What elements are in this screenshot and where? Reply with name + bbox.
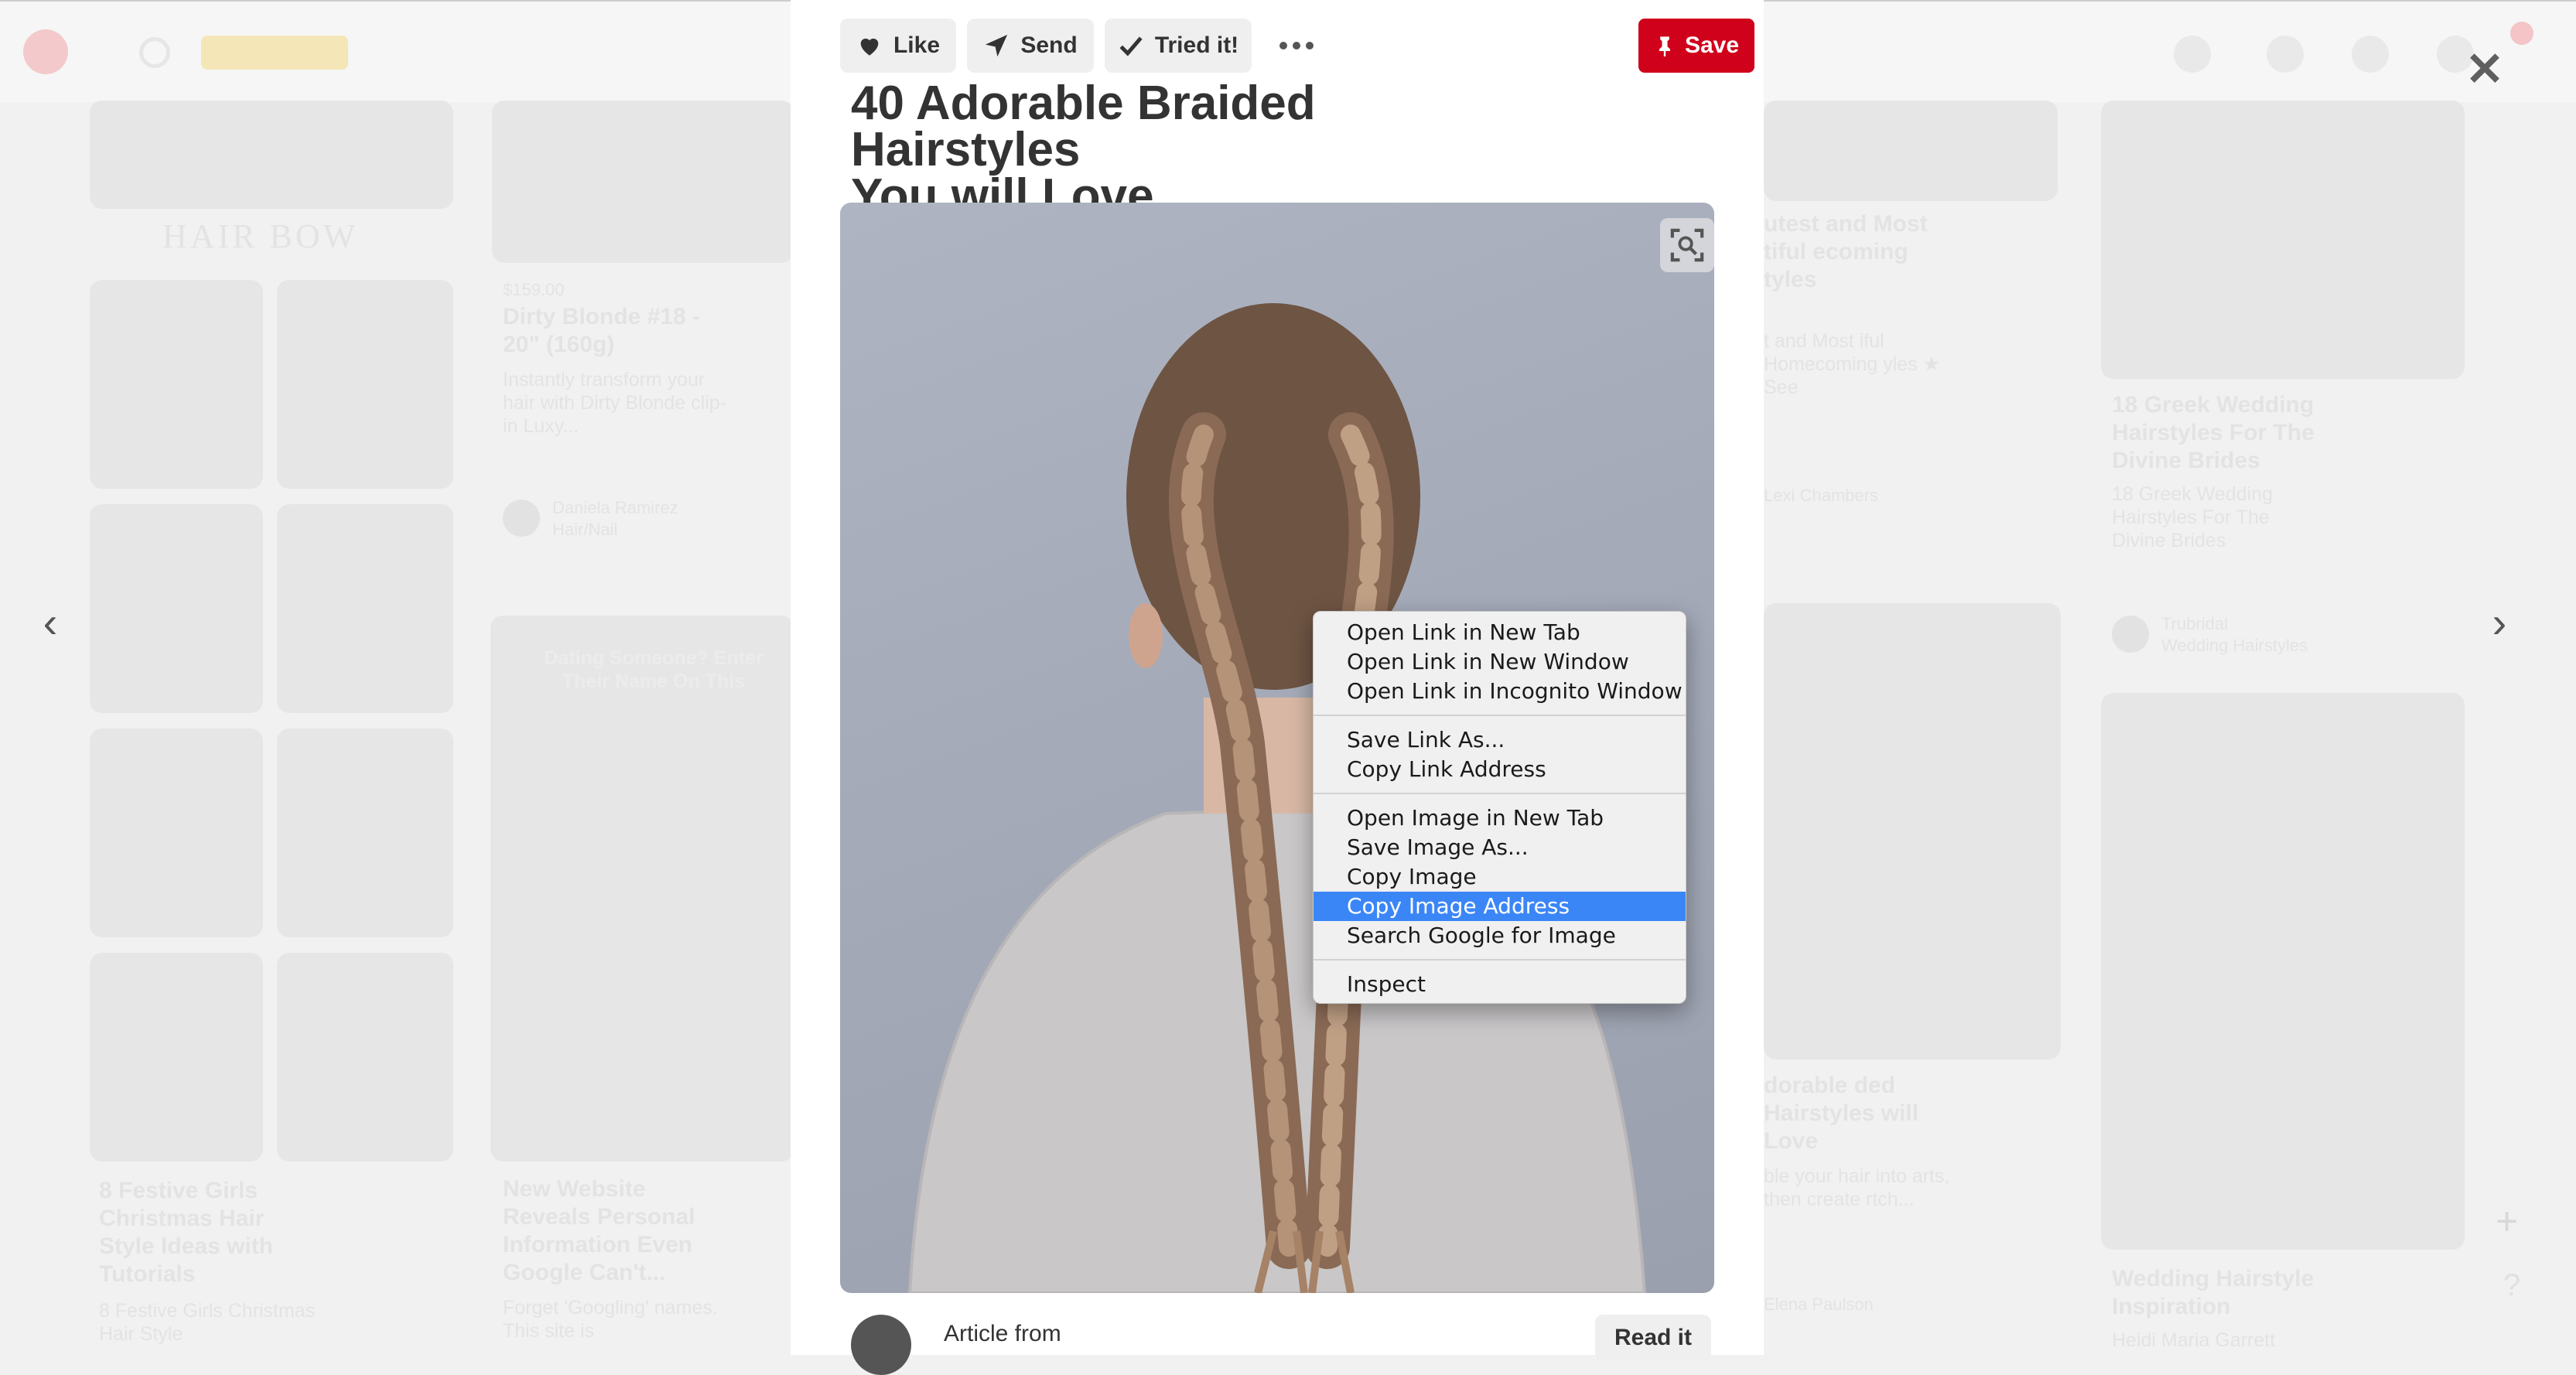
menu-item-save-image-as[interactable]: Save Image As... bbox=[1314, 833, 1686, 862]
send-icon bbox=[986, 34, 1008, 57]
background-card-title: utest and Most tiful ecoming tyles bbox=[1764, 211, 1928, 292]
background-card-desc: 18 Greek Wedding Hairstyles For The Divi… bbox=[2112, 483, 2273, 551]
background-card-user: Daniela Ramirez bbox=[552, 498, 678, 517]
menu-separator bbox=[1314, 715, 1686, 716]
notification-badge bbox=[2510, 22, 2533, 45]
menu-item-open-link-new-window[interactable]: Open Link in New Window bbox=[1314, 647, 1686, 677]
article-source-row: Article from Read it bbox=[851, 1315, 1717, 1375]
send-button[interactable]: Send bbox=[967, 19, 1094, 73]
heart-icon bbox=[860, 38, 879, 56]
menu-item-copy-image-address[interactable]: Copy Image Address bbox=[1314, 892, 1686, 921]
like-button[interactable]: Like bbox=[840, 19, 956, 73]
checkmark-icon bbox=[1119, 36, 1143, 56]
save-button[interactable]: Save bbox=[1638, 19, 1754, 73]
background-thumb bbox=[90, 504, 263, 713]
menu-item-copy-link-address[interactable]: Copy Link Address bbox=[1314, 755, 1686, 784]
menu-item-open-link-incognito[interactable]: Open Link in Incognito Window bbox=[1314, 677, 1686, 706]
background-thumb bbox=[90, 728, 263, 937]
next-pin-arrow-icon[interactable]: › bbox=[2480, 595, 2519, 650]
background-card bbox=[90, 101, 453, 209]
save-label: Save bbox=[1684, 32, 1740, 58]
background-card-title: dorable ded Hairstyles will Love bbox=[1764, 1073, 1919, 1154]
background-card-title: 18 Greek Wedding Hairstyles For The Divi… bbox=[2112, 392, 2315, 473]
background-ad-overlay: Dating Someone? Enter Their Name On This bbox=[544, 647, 764, 692]
background-card bbox=[1764, 603, 2061, 1059]
background-card-title: New Website Reveals Personal Information… bbox=[503, 1176, 695, 1285]
previous-pin-arrow-icon[interactable]: ‹ bbox=[31, 595, 70, 650]
help-icon: ? bbox=[2503, 1268, 2521, 1302]
hair-bow-heading: HAIR BOW bbox=[162, 217, 359, 255]
background-card-user: Elena Paulson bbox=[1764, 1295, 1874, 1314]
pin-toolbar: Like Send Tried it! Save bbox=[840, 19, 1754, 73]
menu-item-save-link-as[interactable]: Save Link As... bbox=[1314, 725, 1686, 755]
plus-icon: + bbox=[2496, 1199, 2519, 1243]
visual-search-icon[interactable] bbox=[1660, 218, 1714, 272]
background-card-board: Hair/Nail bbox=[552, 520, 618, 539]
background-card-user: Trubridal bbox=[2161, 614, 2228, 633]
zoom-scan-icon bbox=[1670, 228, 1704, 262]
background-card-desc: Forget 'Googling' names. This site is bbox=[503, 1297, 718, 1342]
search-icon bbox=[139, 37, 170, 68]
background-thumb bbox=[90, 280, 263, 489]
background-card-desc: t and Most iful Homecoming yles ★ See bbox=[1764, 330, 1941, 398]
close-icon[interactable]: ✕ bbox=[2465, 46, 2505, 93]
background-thumb bbox=[277, 504, 453, 713]
background-thumb bbox=[277, 728, 453, 937]
menu-item-open-image-new-tab[interactable]: Open Image in New Tab bbox=[1314, 804, 1686, 833]
background-card-desc: Heidi Maria Garrett bbox=[2112, 1329, 2276, 1351]
menu-item-search-google-for-image[interactable]: Search Google for Image bbox=[1314, 921, 1686, 950]
background-card-user: Lexi Chambers bbox=[1764, 486, 1878, 505]
context-menu: Open Link in New Tab Open Link in New Wi… bbox=[1313, 611, 1686, 1004]
background-thumb bbox=[277, 953, 453, 1162]
background-card-title: Dirty Blonde #18 - 20" (160g) bbox=[503, 304, 701, 357]
pin-title: 40 Adorable Braided Hairstyles You will … bbox=[851, 80, 1547, 220]
article-from-label: Article from bbox=[944, 1321, 1061, 1346]
background-card bbox=[2101, 101, 2465, 379]
more-options-icon[interactable] bbox=[1273, 19, 1320, 73]
background-card bbox=[2101, 693, 2465, 1250]
read-it-button[interactable]: Read it bbox=[1595, 1315, 1711, 1361]
pinterest-logo-icon bbox=[23, 29, 68, 74]
background-card-desc: 8 Festive Girls Christmas Hair Style bbox=[99, 1300, 316, 1345]
explore-icon bbox=[2174, 36, 2211, 73]
menu-item-open-link-new-tab[interactable]: Open Link in New Tab bbox=[1314, 618, 1686, 647]
background-ad-card bbox=[490, 616, 794, 1162]
background-card bbox=[492, 101, 794, 263]
background-card-desc: Instantly transform your hair with Dirty… bbox=[503, 369, 726, 437]
background-card-desc: ble your hair into arts, then create rtc… bbox=[1764, 1165, 1950, 1210]
tried-it-label: Tried it! bbox=[1154, 32, 1239, 58]
menu-separator bbox=[1314, 959, 1686, 960]
tried-it-button[interactable]: Tried it! bbox=[1105, 19, 1252, 73]
like-label: Like bbox=[893, 32, 941, 58]
menu-item-inspect[interactable]: Inspect bbox=[1314, 970, 1686, 999]
compass-icon bbox=[2267, 36, 2304, 73]
background-thumb bbox=[90, 953, 263, 1162]
menu-separator bbox=[1314, 793, 1686, 794]
avatar bbox=[2112, 616, 2149, 653]
background-thumb bbox=[277, 280, 453, 489]
pin-title-line1: 40 Adorable Braided Hairstyles bbox=[851, 77, 1316, 176]
profile-icon bbox=[2352, 36, 2389, 73]
background-card-title: Wedding Hairstyle Inspiration bbox=[2112, 1266, 2315, 1319]
avatar bbox=[503, 500, 540, 537]
send-label: Send bbox=[1020, 32, 1078, 58]
pin-icon bbox=[1659, 36, 1670, 56]
menu-item-copy-image[interactable]: Copy Image bbox=[1314, 862, 1686, 892]
background-card-board: Wedding Hairstyles bbox=[2161, 636, 2308, 655]
avatar bbox=[851, 1315, 911, 1375]
background-card-price: $159.00 bbox=[503, 280, 565, 299]
background-card bbox=[1764, 101, 2058, 201]
background-pill bbox=[201, 36, 348, 70]
background-card-title: 8 Festive Girls Christmas Hair Style Ide… bbox=[99, 1178, 274, 1287]
